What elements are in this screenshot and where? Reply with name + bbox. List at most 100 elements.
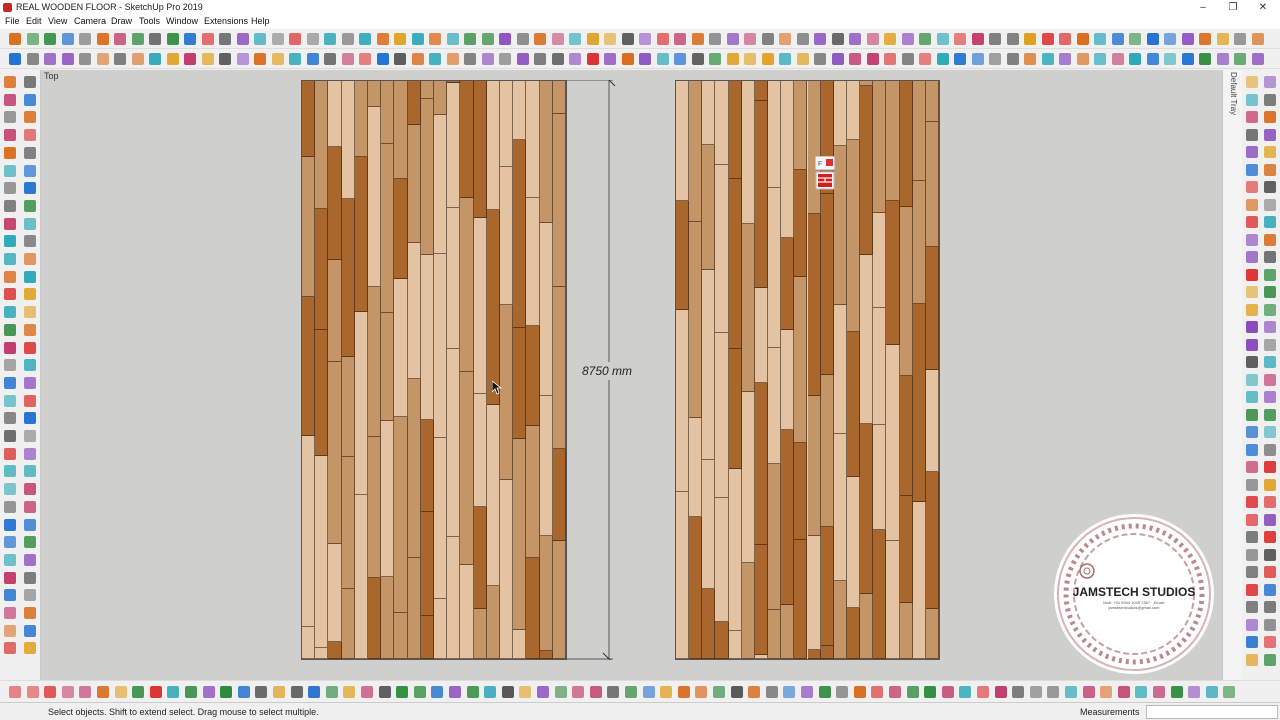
tool-icon[interactable] — [1006, 53, 1019, 65]
tool-icon[interactable] — [691, 53, 704, 65]
floor-plank[interactable] — [715, 333, 729, 498]
minimize-button[interactable]: – — [1186, 0, 1220, 15]
floor-plank[interactable] — [368, 81, 382, 107]
tool-icon[interactable] — [324, 53, 336, 65]
tool-icon[interactable] — [289, 53, 301, 65]
floor-plank[interactable] — [328, 147, 342, 260]
tool-icon[interactable] — [1264, 338, 1276, 351]
floor-plank[interactable] — [420, 81, 434, 99]
tool-icon[interactable] — [499, 53, 511, 65]
floor-plank[interactable] — [860, 255, 874, 424]
tool-icon[interactable] — [4, 129, 16, 142]
tool-icon[interactable] — [396, 686, 409, 698]
tool-icon[interactable] — [1264, 268, 1276, 281]
tool-icon[interactable] — [677, 686, 690, 698]
tool-icon[interactable] — [9, 686, 21, 698]
tool-icon[interactable] — [884, 33, 896, 45]
floor-plank[interactable] — [407, 243, 421, 379]
floor-plank[interactable] — [860, 86, 874, 255]
floor-plank[interactable] — [873, 425, 887, 530]
tool-icon[interactable] — [464, 33, 476, 45]
tool-icon[interactable] — [26, 53, 39, 65]
floor-plank[interactable] — [434, 599, 448, 659]
floor-plank[interactable] — [728, 349, 742, 469]
tool-icon[interactable] — [1076, 33, 1089, 45]
tool-icon[interactable] — [1246, 618, 1258, 631]
floor-plank[interactable] — [460, 198, 474, 372]
tool-icon[interactable] — [713, 686, 725, 698]
tool-icon[interactable] — [114, 686, 127, 698]
tool-icon[interactable] — [24, 129, 36, 142]
floor-plank[interactable] — [794, 443, 808, 540]
floor-plank[interactable] — [768, 610, 782, 659]
floor-plank[interactable] — [394, 179, 408, 279]
tool-icon[interactable] — [1111, 33, 1124, 45]
floor-plank[interactable] — [460, 372, 474, 565]
tool-icon[interactable] — [1076, 53, 1089, 65]
tool-icon[interactable] — [236, 33, 249, 45]
floor-plank[interactable] — [473, 218, 487, 394]
tool-icon[interactable] — [660, 686, 673, 698]
tool-icon[interactable] — [1246, 653, 1258, 666]
floor-plank[interactable] — [328, 81, 342, 147]
tool-icon[interactable] — [1264, 548, 1276, 561]
floor-plank[interactable] — [676, 201, 690, 310]
tool-icon[interactable] — [4, 553, 16, 566]
floor-plank[interactable] — [754, 81, 769, 101]
tool-icon[interactable] — [586, 33, 599, 45]
tool-icon[interactable] — [901, 53, 914, 65]
tool-icon[interactable] — [1246, 373, 1258, 386]
floor-plank[interactable] — [860, 594, 874, 659]
floor-plank[interactable] — [794, 170, 808, 277]
tool-icon[interactable] — [4, 465, 16, 478]
floor-plank[interactable] — [820, 527, 834, 646]
floor-plank[interactable] — [925, 609, 939, 659]
tool-icon[interactable] — [1264, 76, 1276, 88]
floor-plank[interactable] — [820, 194, 834, 375]
floor-plank[interactable] — [807, 536, 821, 650]
floor-plank[interactable] — [486, 586, 500, 659]
tool-icon[interactable] — [849, 53, 861, 65]
tool-icon[interactable] — [4, 235, 16, 248]
tool-icon[interactable] — [481, 33, 494, 45]
tool-icon[interactable] — [79, 53, 91, 65]
floor-plank[interactable] — [702, 270, 716, 460]
floor-plank[interactable] — [486, 81, 500, 210]
floor-plank[interactable] — [315, 648, 329, 659]
floor-plank[interactable] — [741, 392, 755, 563]
floor-plank[interactable] — [552, 114, 566, 287]
tool-icon[interactable] — [1111, 53, 1124, 65]
floor-plank[interactable] — [526, 198, 540, 326]
close-button[interactable]: ✕ — [1246, 0, 1280, 15]
tool-icon[interactable] — [254, 53, 266, 65]
tool-icon[interactable] — [97, 686, 109, 698]
menu-window[interactable]: Window — [166, 16, 198, 26]
floor-plank[interactable] — [420, 616, 434, 659]
tool-icon[interactable] — [4, 518, 16, 531]
floor-plank[interactable] — [473, 609, 487, 659]
tool-icon[interactable] — [726, 33, 739, 45]
tool-icon[interactable] — [306, 33, 319, 45]
tool-icon[interactable] — [114, 33, 126, 45]
floor-plank[interactable] — [833, 81, 847, 146]
tool-icon[interactable] — [4, 589, 16, 602]
floor-plank[interactable] — [728, 469, 742, 631]
tool-icon[interactable] — [551, 33, 564, 45]
floor-plank[interactable] — [833, 581, 847, 659]
tool-icon[interactable] — [4, 536, 16, 549]
tool-icon[interactable] — [26, 686, 39, 698]
tool-icon[interactable] — [24, 93, 36, 106]
tool-icon[interactable] — [4, 217, 16, 230]
floor-plank[interactable] — [807, 650, 821, 659]
tool-icon[interactable] — [24, 642, 36, 655]
tool-icon[interactable] — [24, 447, 36, 460]
tool-icon[interactable] — [96, 53, 109, 65]
floor-plank[interactable] — [754, 101, 769, 288]
tool-icon[interactable] — [1264, 513, 1276, 526]
tool-icon[interactable] — [4, 253, 16, 265]
tool-icon[interactable] — [989, 33, 1001, 45]
floor-plank[interactable] — [781, 238, 795, 330]
tool-icon[interactable] — [1153, 686, 1165, 698]
floor-plank[interactable] — [925, 81, 939, 122]
floor-plank[interactable] — [912, 502, 926, 659]
